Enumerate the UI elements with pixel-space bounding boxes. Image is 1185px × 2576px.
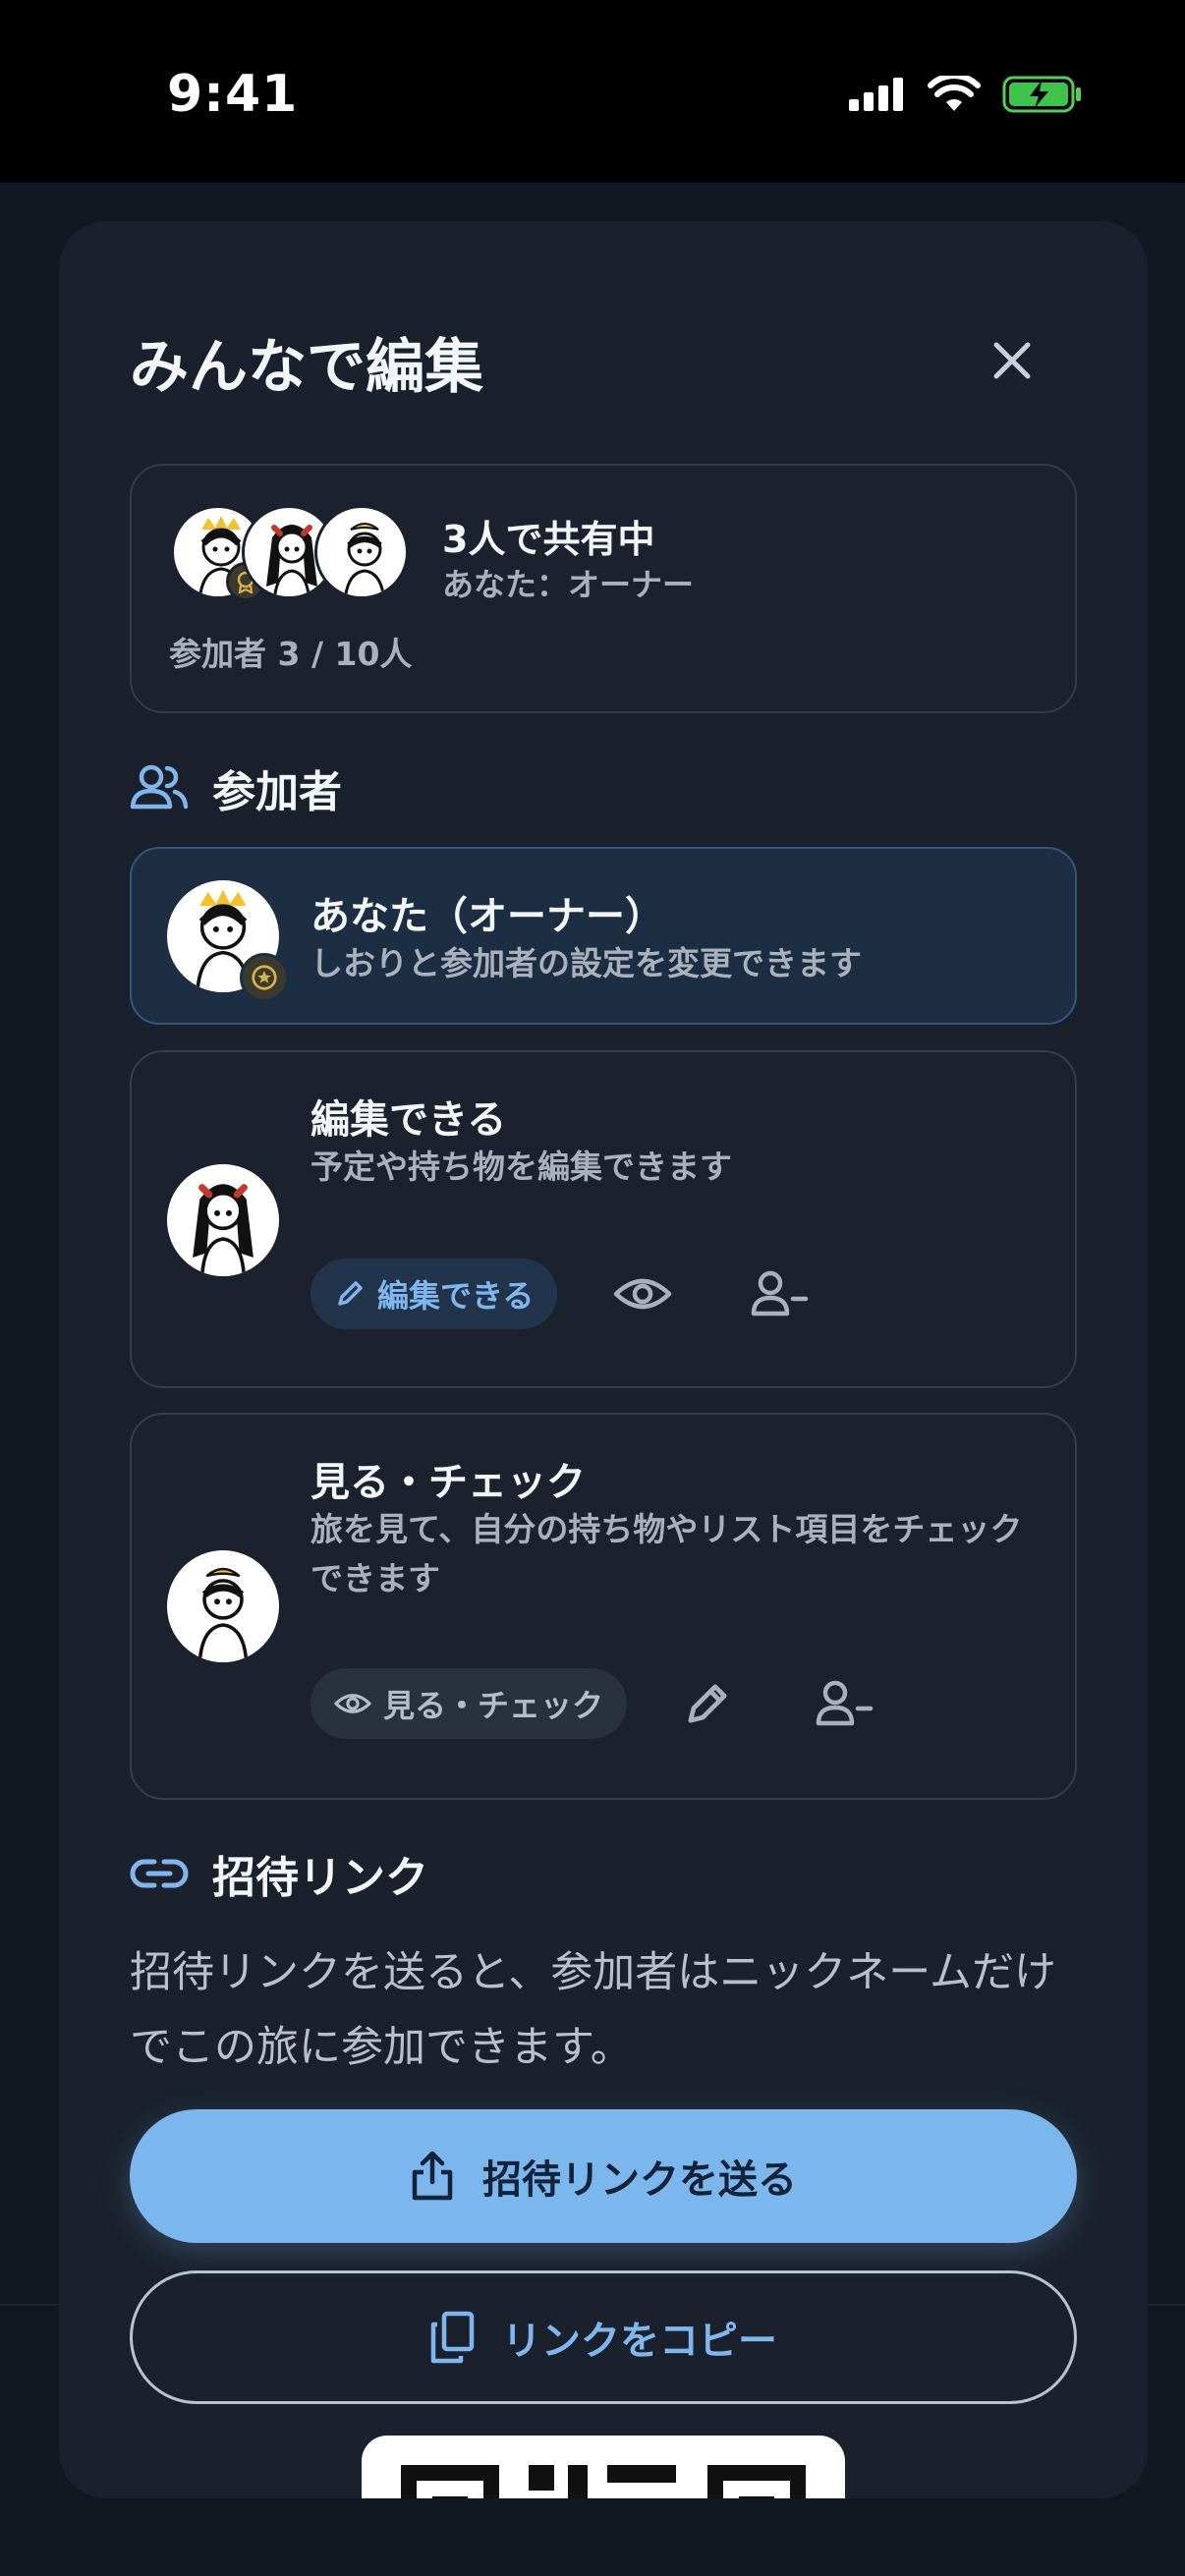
avatar-viewer — [314, 505, 409, 599]
battery-charging-icon — [1002, 76, 1081, 113]
status-bar: 9:41 — [0, 0, 1185, 183]
send-invite-label: 招待リンクを送る — [482, 2157, 797, 2203]
participants-heading-label: 参加者 — [212, 767, 342, 817]
editor-role-chip-label: 編集できる — [377, 1277, 535, 1315]
copy-link-button[interactable]: リンクをコピー — [130, 2270, 1077, 2404]
viewer-role-chip[interactable]: 見る・チェック — [310, 1668, 628, 1739]
share-icon — [412, 2151, 453, 2201]
eye-icon — [334, 1694, 371, 1713]
close-icon — [993, 342, 1031, 379]
copy-link-label: リンクをコピー — [502, 2319, 777, 2364]
link-icon — [130, 1859, 189, 1888]
send-invite-button[interactable]: 招待リンクを送る — [130, 2109, 1077, 2243]
editor-role-name: 編集できる — [310, 1097, 507, 1143]
avatar-viewer-large — [167, 1550, 279, 1662]
share-summary-card: 3人で共有中 あなた：オーナー 参加者 3 / 10人 — [130, 464, 1077, 713]
pencil-icon — [338, 1281, 363, 1306]
participant-viewer-row: 見る・チェック 旅を見て、自分の持ち物やリスト項目をチェックできます 見る・チェ… — [130, 1413, 1077, 1800]
editor-remove-button[interactable] — [741, 1255, 819, 1333]
viewer-role-chip-label: 見る・チェック — [383, 1687, 604, 1724]
sheet-title: みんなで編集 — [130, 333, 483, 402]
editor-role-desc: 予定や持ち物を編集できます — [310, 1148, 732, 1186]
my-role-label: あなた：オーナー — [442, 566, 695, 603]
copy-icon — [430, 2311, 475, 2364]
pencil-icon — [688, 1684, 727, 1723]
invite-qr-code — [362, 2436, 845, 2498]
owner-name: あなた（オーナー） — [310, 894, 664, 939]
editor-role-chip[interactable]: 編集できる — [310, 1259, 558, 1329]
owner-badge-large-icon — [240, 953, 289, 1002]
participant-editor-row: 編集できる 予定や持ち物を編集できます 編集できる — [130, 1050, 1077, 1388]
status-icons — [847, 75, 1083, 114]
invite-description: 招待リンクを送ると、参加者はニックネームだけでこの旅に参加できます。 — [130, 1948, 1056, 2072]
remove-user-icon — [751, 1270, 809, 1316]
editor-set-view-button[interactable] — [603, 1255, 682, 1333]
signal-icon — [849, 78, 903, 111]
viewer-role-desc: 旅を見て、自分の持ち物やリスト項目をチェックできます — [310, 1510, 1023, 1597]
status-time: 9:41 — [167, 65, 299, 124]
viewer-set-edit-button[interactable] — [668, 1664, 747, 1743]
participants-heading: 参加者 — [130, 756, 342, 819]
viewer-role-name: 見る・チェック — [310, 1460, 586, 1505]
participant-owner-row: あなた（オーナー） しおりと参加者の設定を変更できます — [130, 847, 1077, 1025]
invite-heading-label: 招待リンク — [212, 1853, 428, 1903]
owner-desc: しおりと参加者の設定を変更できます — [310, 944, 862, 982]
people-icon — [130, 764, 189, 810]
share-sheet: みんなで編集 3人で共有中 あなた：オーナー 参加者 3 / 10人 参加者 あ… — [59, 221, 1148, 2498]
eye-icon — [613, 1278, 672, 1310]
participant-count: 参加者 3 / 10人 — [169, 635, 413, 673]
avatar-editor-large — [167, 1164, 279, 1276]
share-count-title: 3人で共有中 — [442, 518, 655, 561]
viewer-remove-button[interactable] — [806, 1664, 884, 1743]
remove-user-icon — [816, 1680, 874, 1726]
close-button[interactable] — [963, 311, 1061, 410]
wifi-icon — [928, 76, 981, 111]
invite-heading: 招待リンク — [130, 1842, 428, 1905]
